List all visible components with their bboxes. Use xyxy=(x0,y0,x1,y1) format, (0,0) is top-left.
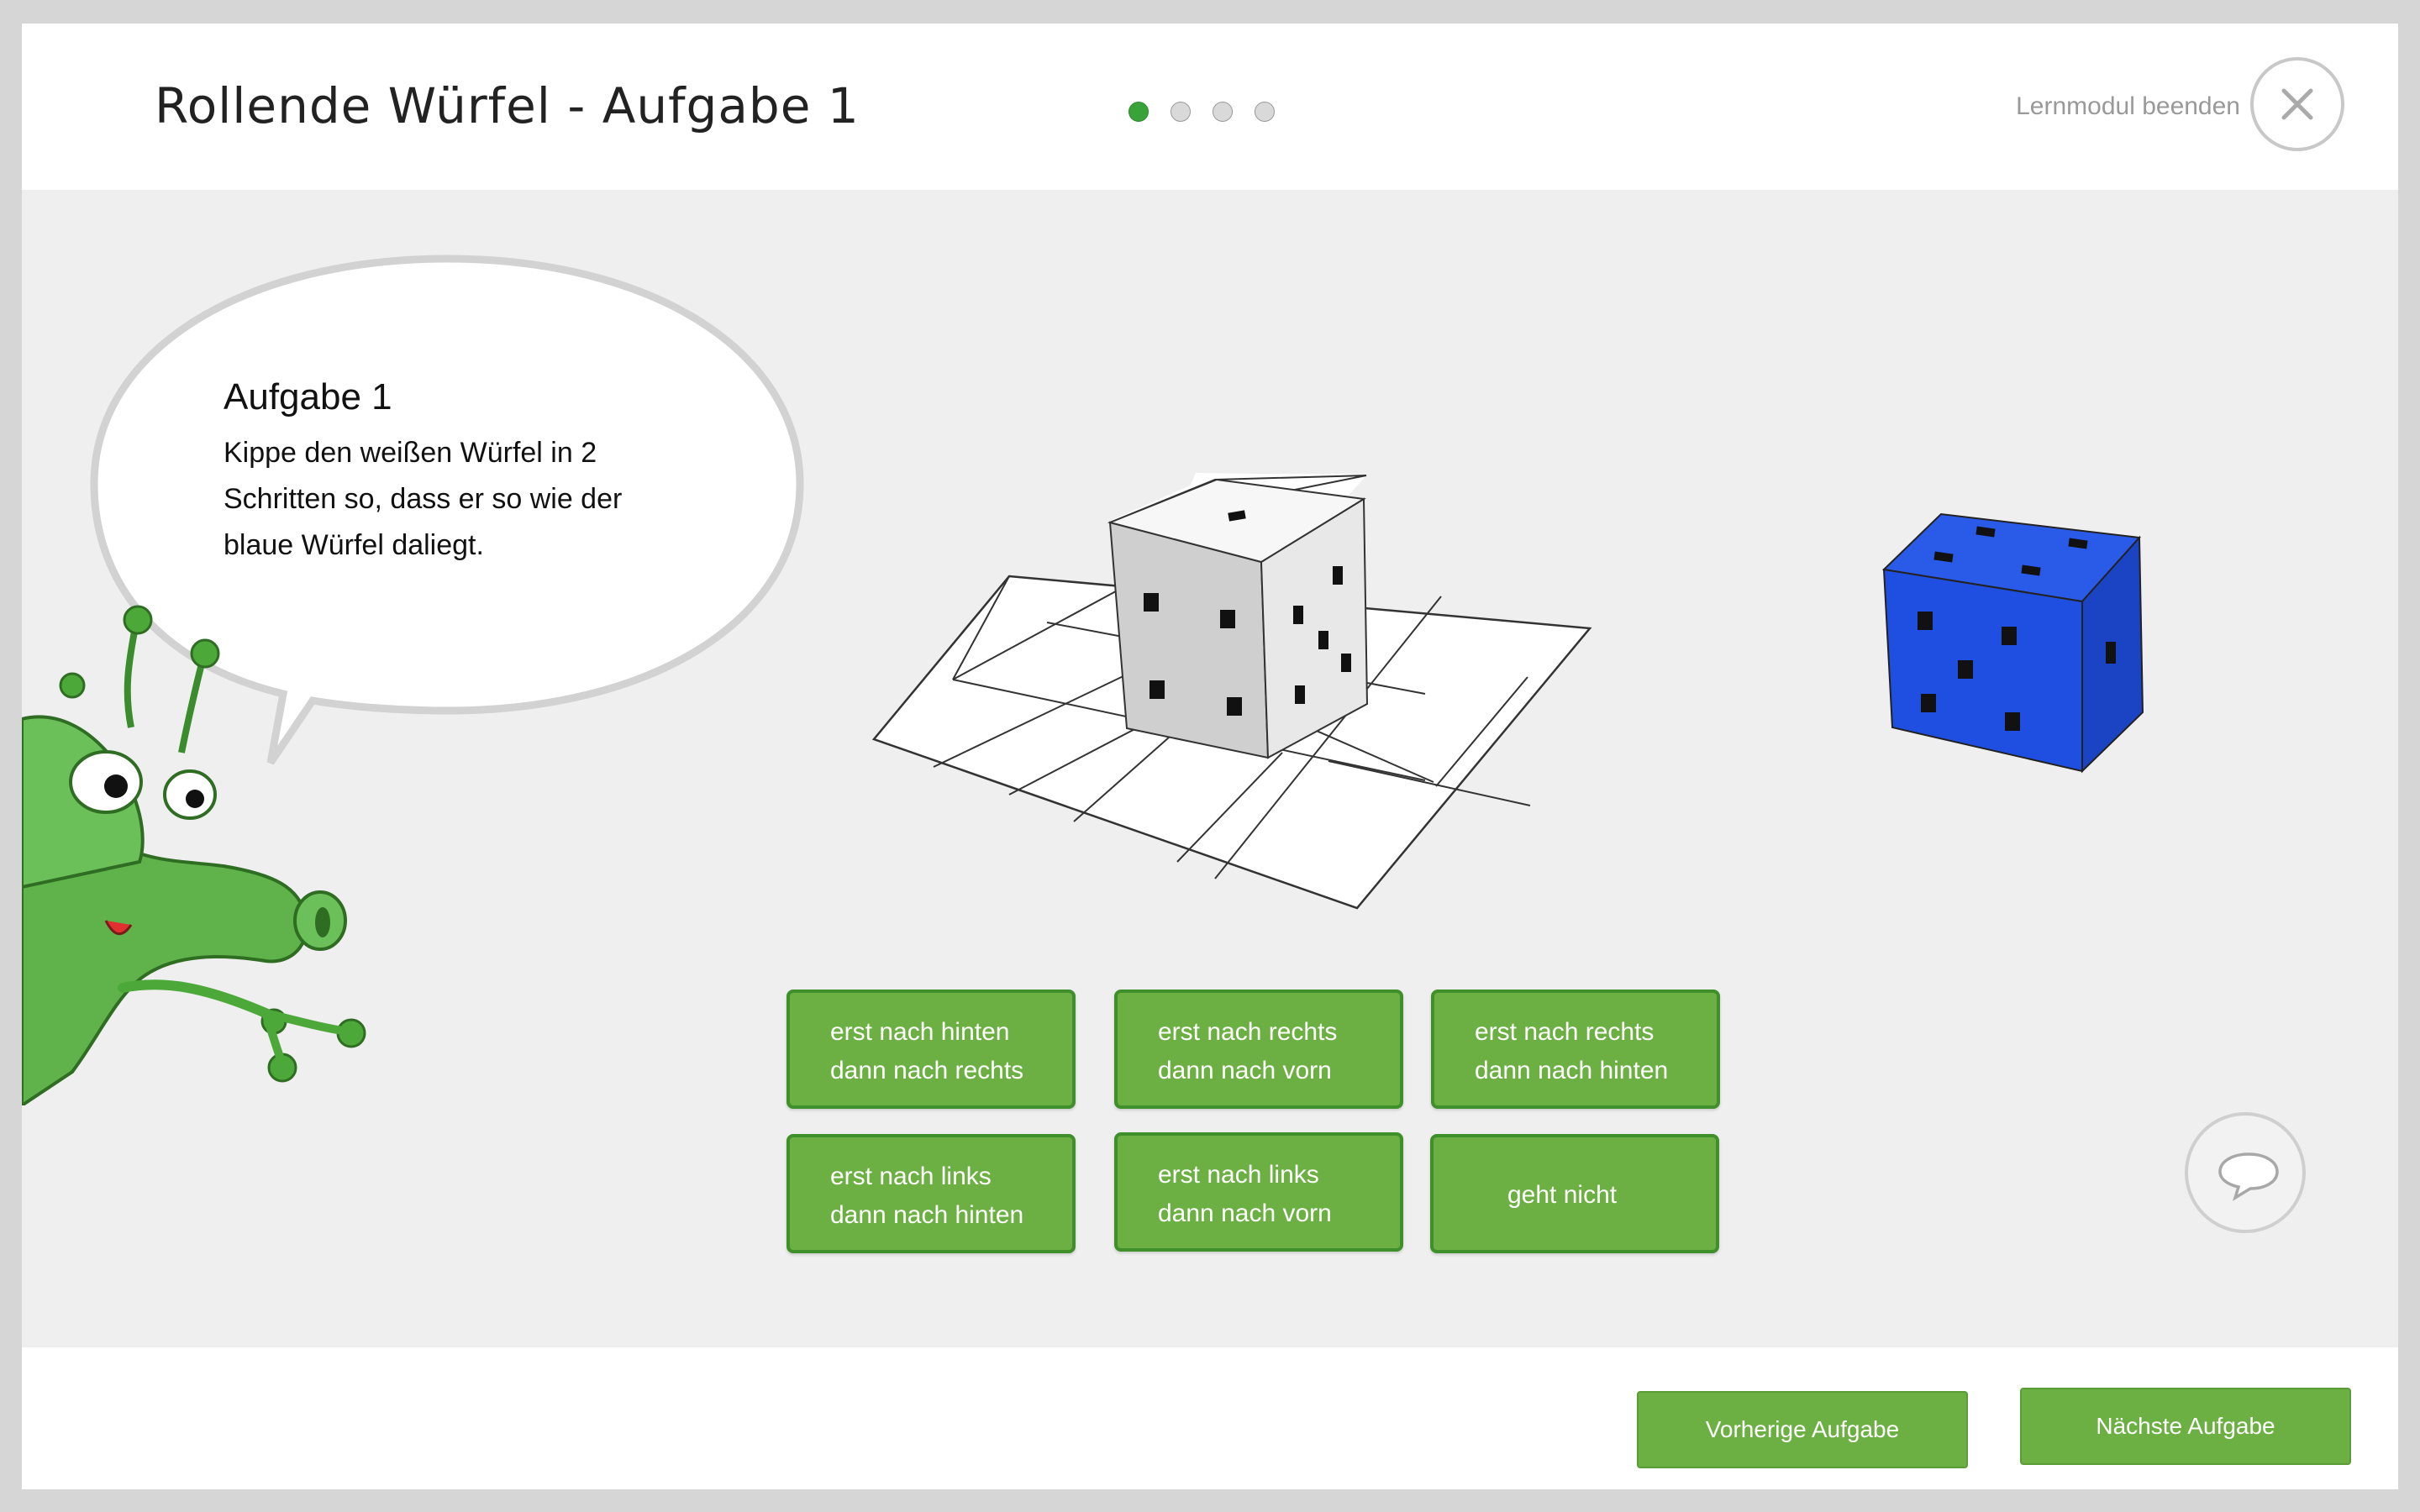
progress-dot-1 xyxy=(1128,102,1149,122)
mascot-illustration xyxy=(22,605,366,1105)
answer-4-line-1: erst nach links xyxy=(830,1163,992,1190)
header-bar: Rollende Würfel - Aufgabe 1 Lernmodul be… xyxy=(22,24,2398,190)
close-button[interactable] xyxy=(2250,57,2344,151)
answer-2-line-1: erst nach rechts xyxy=(1158,1018,1338,1046)
previous-task-button[interactable]: Vorherige Aufgabe xyxy=(1637,1391,1968,1468)
blue-target-die xyxy=(1881,512,2144,774)
answer-button-3[interactable]: erst nach rechts dann nach hinten xyxy=(1431,990,1720,1109)
answer-1-line-2: dann nach rechts xyxy=(830,1057,1024,1084)
answer-button-5[interactable]: erst nach links dann nach vorn xyxy=(1114,1132,1403,1252)
white-die[interactable] xyxy=(1107,473,1369,759)
speech-bubble-icon xyxy=(2218,1152,2279,1201)
footer-bar: Vorherige Aufgabe Nächste Aufgabe xyxy=(22,1347,2398,1489)
close-icon xyxy=(2281,88,2313,120)
answer-button-4[interactable]: erst nach links dann nach hinten xyxy=(786,1134,1076,1253)
quit-module-label[interactable]: Lernmodul beenden xyxy=(2016,92,2240,121)
hint-speech-button[interactable] xyxy=(2185,1112,2306,1233)
progress-dot-2 xyxy=(1171,102,1191,122)
page-title: Rollende Würfel - Aufgabe 1 xyxy=(155,77,860,134)
progress-dot-3 xyxy=(1213,102,1233,122)
answer-1-line-1: erst nach hinten xyxy=(830,1018,1010,1046)
task-heading: Aufgabe 1 xyxy=(224,376,392,417)
progress-dot-4 xyxy=(1255,102,1275,122)
answer-button-6[interactable]: geht nicht xyxy=(1430,1134,1719,1253)
answer-button-1[interactable]: erst nach hinten dann nach rechts xyxy=(786,990,1076,1109)
answer-3-line-1: erst nach rechts xyxy=(1475,1018,1655,1046)
task-instruction: Kippe den weißen Würfel in 2 Schritten s… xyxy=(224,437,623,561)
task-area: Aufgabe 1 Kippe den weißen Würfel in 2 S… xyxy=(22,190,2398,1347)
answer-6-line-1: geht nicht xyxy=(1507,1181,1618,1209)
answer-button-2[interactable]: erst nach rechts dann nach vorn xyxy=(1114,990,1403,1109)
answer-4-line-2: dann nach hinten xyxy=(830,1201,1024,1229)
answer-5-line-2: dann nach vorn xyxy=(1158,1200,1332,1227)
answer-3-line-2: dann nach hinten xyxy=(1475,1057,1669,1084)
app-window: Rollende Würfel - Aufgabe 1 Lernmodul be… xyxy=(22,24,2398,1489)
answer-5-line-1: erst nach links xyxy=(1158,1161,1319,1189)
next-task-button[interactable]: Nächste Aufgabe xyxy=(2020,1388,2351,1465)
game-board xyxy=(871,473,1592,910)
answer-2-line-2: dann nach vorn xyxy=(1158,1057,1332,1084)
